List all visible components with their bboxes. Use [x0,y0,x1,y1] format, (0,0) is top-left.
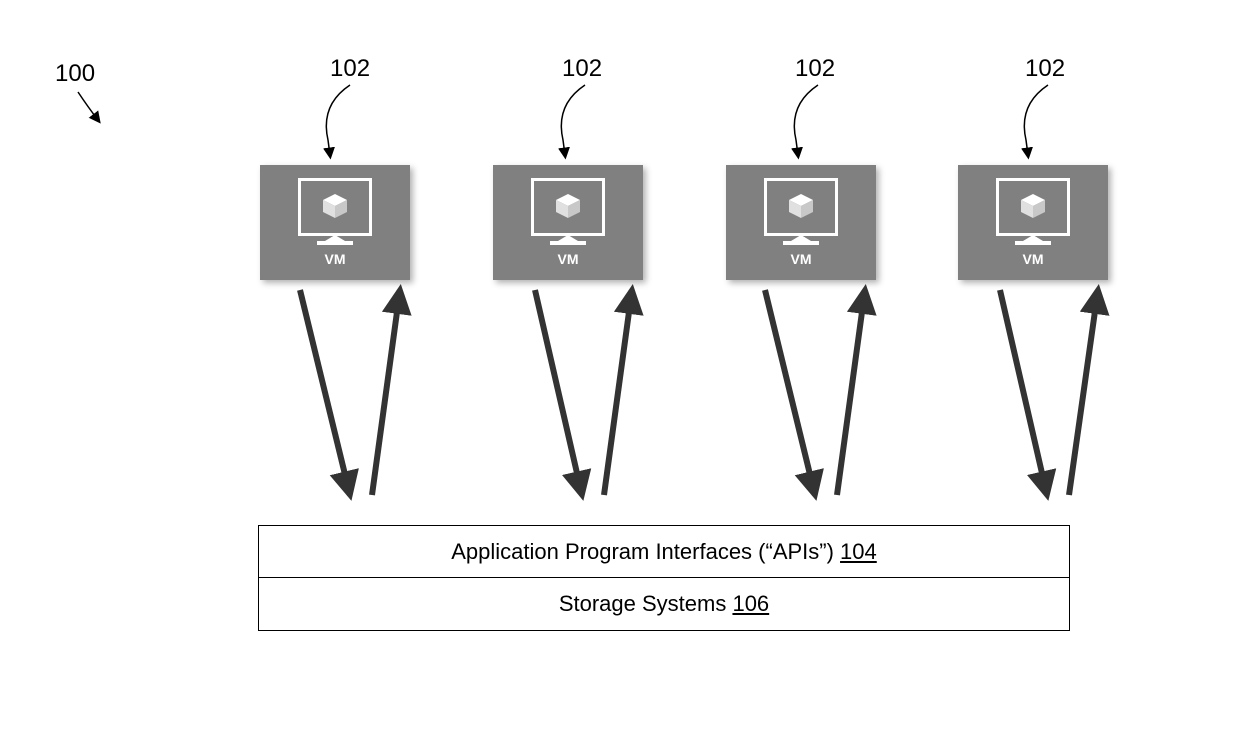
storage-layer-text: Storage Systems 106 [559,591,769,617]
api-layer-box: Application Program Interfaces (“APIs”) … [258,525,1070,579]
api-layer-text: Application Program Interfaces (“APIs”) … [451,539,877,565]
storage-layer-box: Storage Systems 106 [258,577,1070,631]
